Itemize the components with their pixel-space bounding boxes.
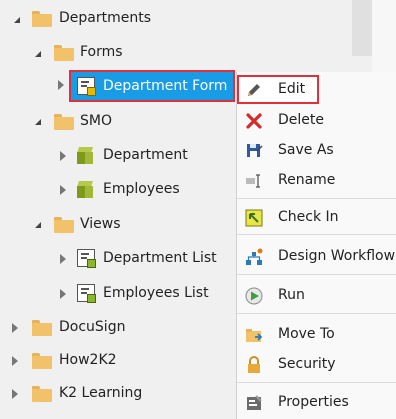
collapse-arrow-icon[interactable] xyxy=(60,151,66,161)
smartobject-icon xyxy=(76,181,94,198)
tree-item-smo[interactable]: SMO xyxy=(0,105,230,139)
menu-separator xyxy=(237,274,396,275)
menu-item-label: Check In xyxy=(278,209,339,225)
menu-item-delete[interactable]: Delete xyxy=(237,106,396,136)
tree-item-label: Employees List xyxy=(103,285,209,301)
expand-arrow-icon[interactable] xyxy=(35,119,41,125)
tree-item-departments[interactable]: Departments xyxy=(0,2,230,36)
tree-item-label: Department Form xyxy=(103,78,228,94)
menu-item-label: Security xyxy=(278,356,336,372)
form-icon xyxy=(77,77,96,96)
scrollbar-thumb[interactable] xyxy=(352,0,372,56)
menu-item-rename[interactable]: Rename xyxy=(237,166,396,196)
lock-icon xyxy=(245,356,263,374)
tree-item-department-form[interactable]: Department Form xyxy=(69,70,235,102)
menu-item-run[interactable]: Run xyxy=(237,281,396,311)
menu-separator xyxy=(237,313,396,314)
tree-item-how2k2[interactable]: How2K2 xyxy=(0,344,230,378)
tree-item-label: DocuSign xyxy=(59,319,126,335)
tree-item-employees-smo[interactable]: Employees xyxy=(0,173,230,207)
tree-item-label: Employees xyxy=(103,181,180,197)
collapse-arrow-icon[interactable] xyxy=(60,185,66,195)
menu-item-move-to[interactable]: Move To xyxy=(237,320,396,350)
save-as-icon xyxy=(245,142,263,160)
collapse-arrow-icon[interactable] xyxy=(12,356,18,366)
folder-icon xyxy=(32,386,52,402)
menu-separator xyxy=(237,234,396,235)
tree-item-docusign[interactable]: DocuSign xyxy=(0,311,230,345)
tree-item-label: K2 Learning xyxy=(59,385,143,401)
check-in-icon xyxy=(245,209,263,227)
pencil-icon xyxy=(245,81,263,99)
expand-arrow-icon[interactable] xyxy=(35,51,41,57)
tree-item-employees-list[interactable]: Employees List xyxy=(0,277,230,311)
tree-item-label: Views xyxy=(80,216,121,232)
tree-item-label: How2K2 xyxy=(59,352,117,368)
collapse-arrow-icon[interactable] xyxy=(58,80,64,90)
tree-item-label: Forms xyxy=(80,44,123,60)
folder-icon xyxy=(32,353,52,369)
collapse-arrow-icon[interactable] xyxy=(12,389,18,399)
folder-icon xyxy=(32,11,52,27)
menu-item-security[interactable]: Security xyxy=(237,350,396,380)
folder-icon xyxy=(54,45,74,61)
list-view-icon xyxy=(77,249,96,268)
menu-item-label: Move To xyxy=(278,326,335,342)
menu-item-save-as[interactable]: Save As xyxy=(237,136,396,166)
menu-item-design-workflow[interactable]: Design Workflow xyxy=(237,242,396,272)
smartobject-icon xyxy=(76,147,94,164)
menu-item-properties[interactable]: Properties xyxy=(237,388,396,418)
properties-icon xyxy=(245,394,263,412)
collapse-arrow-icon[interactable] xyxy=(60,289,66,299)
run-icon xyxy=(245,287,263,305)
expand-arrow-icon[interactable] xyxy=(14,17,20,23)
menu-separator xyxy=(237,382,396,383)
collapse-arrow-icon[interactable] xyxy=(12,323,18,333)
menu-item-label: Delete xyxy=(278,112,324,128)
workflow-icon xyxy=(245,248,263,266)
menu-item-label: Run xyxy=(278,287,305,303)
folder-icon xyxy=(54,114,74,130)
menu-item-label: Design Workflow xyxy=(278,248,396,264)
folder-icon xyxy=(54,217,74,233)
rename-icon xyxy=(245,172,263,190)
menu-item-label: Properties xyxy=(278,394,349,410)
menu-item-edit[interactable]: Edit xyxy=(237,75,396,105)
tree-item-department-smo[interactable]: Department xyxy=(0,139,230,173)
menu-item-label: Rename xyxy=(278,172,336,188)
tree-item-k2-learning[interactable]: K2 Learning xyxy=(0,377,230,411)
tree-item-department-list[interactable]: Department List xyxy=(0,242,230,276)
menu-item-label: Edit xyxy=(278,81,306,97)
tree-item-forms[interactable]: Forms xyxy=(0,36,230,70)
tree-item-views[interactable]: Views xyxy=(0,208,230,242)
collapse-arrow-icon[interactable] xyxy=(60,254,66,264)
tree-item-label: Departments xyxy=(59,10,152,26)
expand-arrow-icon[interactable] xyxy=(35,222,41,228)
move-to-icon xyxy=(245,326,263,344)
delete-x-icon xyxy=(245,112,263,130)
folder-icon xyxy=(32,320,52,336)
menu-item-check-in[interactable]: Check In xyxy=(237,203,396,233)
tree-item-label: SMO xyxy=(80,113,112,129)
list-view-icon xyxy=(77,284,96,303)
tree-item-label: Department List xyxy=(103,250,217,266)
menu-item-label: Save As xyxy=(278,142,334,158)
context-menu: Edit Delete Save As Rename Check In Desi… xyxy=(236,72,396,419)
menu-separator xyxy=(237,198,396,199)
tree-item-label: Department xyxy=(103,147,188,163)
